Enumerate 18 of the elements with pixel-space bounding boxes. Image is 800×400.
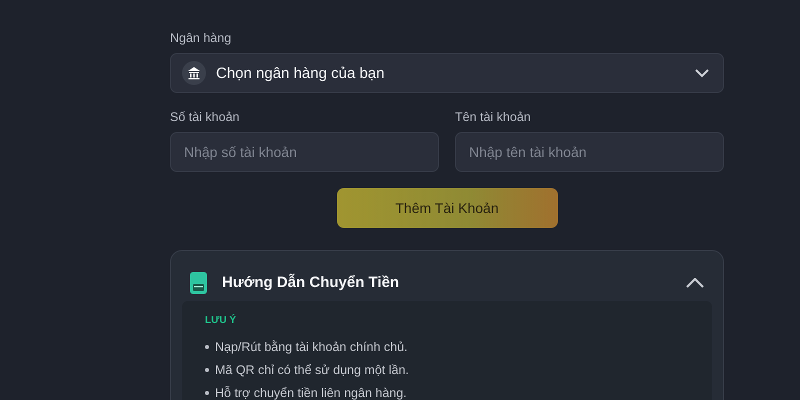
note-heading: LƯU Ý xyxy=(205,315,238,326)
bank-icon xyxy=(182,61,206,85)
add-account-button[interactable]: Thêm Tài Khoản xyxy=(336,188,558,228)
chevron-down-icon xyxy=(695,68,709,78)
bullet-icon xyxy=(205,368,209,372)
bullet-icon xyxy=(205,344,209,348)
note-text: Hỗ trợ chuyển tiền liên ngân hàng. xyxy=(215,386,407,400)
bank-select[interactable]: Chọn ngân hàng của bạn xyxy=(170,53,724,93)
bullet-icon xyxy=(205,390,209,394)
field-label: Số tài khoản xyxy=(170,110,240,124)
guide-header[interactable]: Hướng Dẫn Chuyển Tiền xyxy=(182,251,712,301)
book-icon xyxy=(190,272,207,294)
input-field[interactable]: Nhập số tài khoản xyxy=(170,132,439,172)
note-text: Mã QR chỉ có thể sử dụng một lần. xyxy=(215,362,409,376)
input-field[interactable]: Nhập tên tài khoản xyxy=(455,132,724,172)
field-label: Ngân hàng xyxy=(170,31,232,45)
field-label: Tên tài khoản xyxy=(455,110,532,124)
note-text: Nạp/Rút bằng tài khoản chính chủ. xyxy=(215,340,408,354)
